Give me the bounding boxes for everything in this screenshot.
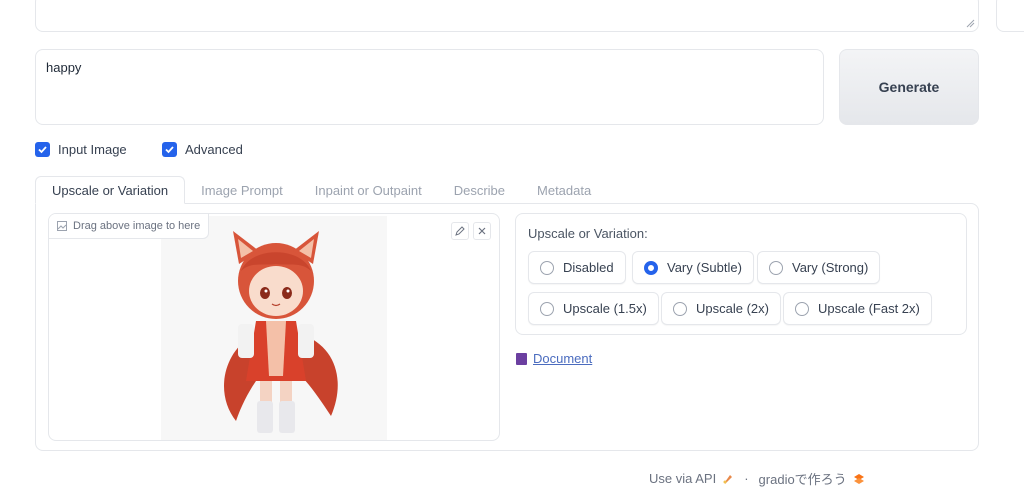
checkbox-checked-icon[interactable]	[162, 142, 177, 157]
tab-bar: Upscale or Variation Image Prompt Inpain…	[35, 176, 607, 204]
pencil-icon[interactable]	[451, 222, 469, 240]
tab-inpaint-or-outpaint[interactable]: Inpaint or Outpaint	[299, 176, 438, 204]
radio-unselected-icon[interactable]	[673, 301, 687, 316]
generate-button[interactable]: Generate	[839, 49, 979, 125]
radio-upscale-fast-2x[interactable]: Upscale (Fast 2x)	[783, 292, 932, 325]
radio-label: Upscale (Fast 2x)	[818, 301, 920, 316]
close-icon[interactable]	[473, 222, 491, 240]
radio-vary-strong[interactable]: Vary (Strong)	[757, 251, 881, 284]
use-via-api-link[interactable]: Use via API	[649, 471, 716, 486]
radio-vary-subtle[interactable]: Vary (Subtle)	[632, 251, 754, 284]
upscale-variation-label: Upscale or Variation:	[528, 226, 648, 241]
tab-metadata[interactable]: Metadata	[521, 176, 607, 204]
tab-describe[interactable]: Describe	[438, 176, 521, 204]
tab-upscale-or-variation[interactable]: Upscale or Variation	[35, 176, 186, 204]
image-input-label-text: Drag above image to here	[73, 220, 201, 232]
document-link[interactable]: Document	[516, 351, 592, 366]
image-icon	[57, 221, 67, 231]
input-image-checkbox[interactable]: Input Image	[35, 142, 127, 157]
side-panel-edge	[996, 0, 1024, 32]
advanced-checkbox[interactable]: Advanced	[162, 142, 243, 157]
advanced-label: Advanced	[185, 142, 243, 157]
radio-selected-icon[interactable]	[644, 260, 658, 275]
radio-label: Disabled	[563, 260, 614, 275]
built-with-gradio-link[interactable]: gradioで作ろう	[759, 469, 847, 488]
radio-disabled[interactable]: Disabled	[528, 251, 626, 284]
prompt-value: happy	[46, 60, 82, 75]
radio-unselected-icon[interactable]	[540, 260, 554, 275]
radio-upscale-1-5x[interactable]: Upscale (1.5x)	[528, 292, 659, 325]
book-icon	[516, 352, 527, 365]
document-link-text[interactable]: Document	[533, 351, 592, 366]
radio-label: Vary (Strong)	[792, 260, 869, 275]
resize-grip-icon[interactable]	[966, 19, 975, 28]
radio-label: Vary (Subtle)	[667, 260, 742, 275]
radio-label: Upscale (2x)	[696, 301, 769, 316]
radio-upscale-2x[interactable]: Upscale (2x)	[661, 292, 781, 325]
uploaded-image	[161, 216, 387, 440]
radio-unselected-icon[interactable]	[540, 301, 554, 316]
gallery-textarea[interactable]	[35, 0, 979, 32]
footer-separator: ·	[744, 471, 749, 486]
image-input[interactable]: Drag above image to here	[48, 213, 500, 441]
image-input-label: Drag above image to here	[49, 214, 210, 239]
footer: Use via API · gradioで作ろう	[649, 469, 865, 488]
input-image-label: Input Image	[58, 142, 127, 157]
checkbox-checked-icon[interactable]	[35, 142, 50, 157]
tab-image-prompt[interactable]: Image Prompt	[185, 176, 299, 204]
radio-unselected-icon[interactable]	[769, 260, 783, 275]
radio-unselected-icon[interactable]	[795, 301, 809, 316]
prompt-input[interactable]: happy	[35, 49, 824, 125]
rocket-icon	[723, 474, 733, 484]
upscale-variation-group: Upscale or Variation: Disabled Vary (Sub…	[515, 213, 967, 335]
radio-label: Upscale (1.5x)	[563, 301, 647, 316]
gradio-logo-icon	[853, 473, 864, 484]
